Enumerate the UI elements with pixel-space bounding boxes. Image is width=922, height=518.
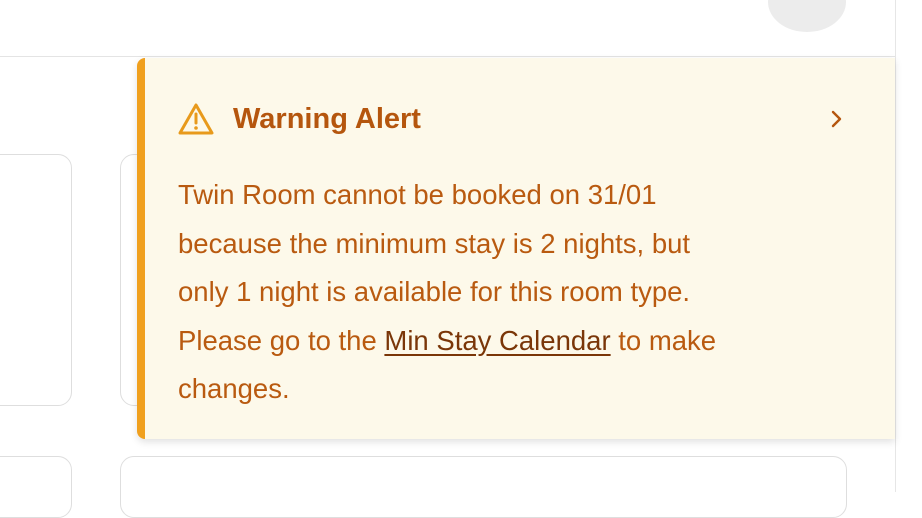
- settings-icon[interactable]: [571, 0, 593, 4]
- alert-message-line: because the minimum stay is 2 nights, bu…: [178, 227, 691, 259]
- help-icon[interactable]: [682, 0, 704, 4]
- alert-message-line: Twin Room cannot be booked on 31/01: [178, 179, 657, 210]
- alert-message-text: Please go to the: [178, 324, 385, 356]
- min-stay-calendar-link[interactable]: Min Stay Calendar: [384, 325, 610, 356]
- alert-header: Warning Alert: [177, 101, 421, 137]
- room-card[interactable]: [120, 456, 847, 518]
- scrollbar-track[interactable]: [895, 0, 922, 492]
- alert-title: Warning Alert: [233, 103, 421, 135]
- alert-message: Twin Room cannot be booked on 31/01 beca…: [178, 171, 878, 414]
- alert-message-line: Please go to the Min Stay Calendar to ma…: [178, 317, 878, 366]
- alert-message-line: only 1 night is available for this room …: [178, 276, 691, 307]
- warning-alert: Warning Alert Twin Room cannot be booked…: [137, 58, 895, 439]
- user-avatar[interactable]: [768, 0, 846, 32]
- alert-message-line: changes.: [178, 373, 290, 404]
- room-card[interactable]: [0, 154, 72, 406]
- download-icon[interactable]: [459, 0, 481, 4]
- chevron-right-icon[interactable]: [829, 108, 845, 130]
- warning-triangle-icon: [178, 103, 214, 135]
- top-header: [0, 0, 895, 57]
- alert-message-text: to make: [610, 324, 717, 356]
- room-card[interactable]: [0, 456, 72, 518]
